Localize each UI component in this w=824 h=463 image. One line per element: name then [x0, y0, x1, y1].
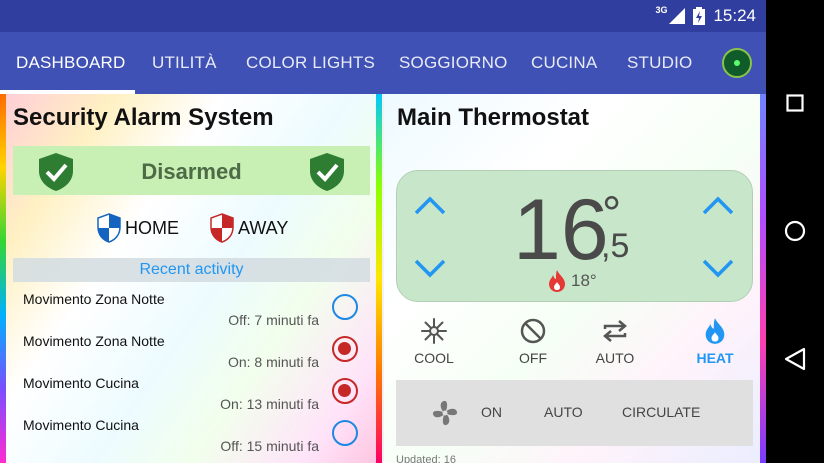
radar-icon[interactable]	[722, 48, 752, 78]
tab-soggiorno[interactable]: SOGGIORNO	[399, 32, 508, 94]
activity-time: On: 13 minuti fa	[220, 396, 319, 412]
activity-name: Movimento Cucina	[23, 375, 139, 391]
tab-cucina[interactable]: CUCINA	[531, 32, 597, 94]
activity-time: On: 8 minuti fa	[227, 354, 319, 370]
navigation-bar	[766, 0, 824, 463]
mode-cool-label: COOL	[414, 350, 454, 366]
arm-home-label: HOME	[125, 217, 179, 238]
target-temperature: 18°	[547, 269, 597, 293]
activity-name: Movimento Cucina	[23, 417, 139, 433]
activity-name: Movimento Zona Notte	[23, 333, 165, 349]
alarm-title: Security Alarm System	[13, 104, 274, 131]
signal-icon	[669, 8, 686, 24]
fan-on-button[interactable]: ON	[481, 404, 502, 420]
mode-heat-button[interactable]: HEAT	[680, 316, 750, 366]
flame-icon	[705, 318, 725, 344]
snowflake-icon	[421, 318, 447, 344]
activity-time: Off: 7 minuti fa	[228, 312, 319, 328]
battery-charging-icon	[693, 7, 706, 25]
arm-away-label: AWAY	[238, 217, 289, 238]
mode-off-label: OFF	[519, 350, 547, 366]
fan-circulate-button[interactable]: CIRCULATE	[622, 404, 700, 420]
shield-check-icon	[310, 153, 344, 191]
mode-off-button[interactable]: OFF	[498, 316, 568, 366]
tab-dashboard[interactable]: DASHBOARD	[16, 32, 126, 94]
activity-name: Movimento Zona Notte	[23, 291, 165, 307]
thermostat-dial: 16 ° ,5 18°	[396, 170, 753, 302]
activity-indicator	[332, 336, 358, 362]
mode-heat-label: HEAT	[696, 350, 734, 366]
activity-item: Movimento Zona Notte On: 8 minuti fa	[13, 330, 370, 372]
dashboard-content: Security Alarm System Disarmed HOME AWAY…	[0, 94, 766, 463]
chevron-down-icon[interactable]	[701, 255, 735, 281]
activity-item: Movimento Cucina On: 13 minuti fa	[13, 372, 370, 414]
activity-time: Off: 15 minuti fa	[220, 438, 319, 454]
auto-repeat-icon	[603, 320, 627, 342]
chevron-up-icon[interactable]	[413, 193, 447, 219]
current-temperature: 16	[513, 182, 609, 278]
activity-indicator	[332, 420, 358, 446]
fan-auto-button[interactable]: AUTO	[544, 404, 583, 420]
clock: 15:24	[713, 6, 756, 25]
tab-color-lights[interactable]: COLOR LIGHTS	[246, 32, 375, 94]
activity-item: Movimento Cucina Off: 15 minuti fa	[13, 414, 370, 456]
mode-auto-label: AUTO	[595, 350, 635, 366]
shield-home-icon	[97, 213, 121, 243]
chevron-down-icon[interactable]	[413, 255, 447, 281]
thermostat-title: Main Thermostat	[397, 104, 590, 131]
chevron-up-icon[interactable]	[701, 193, 735, 219]
shield-away-icon	[210, 213, 234, 243]
activity-indicator	[332, 294, 358, 320]
fan-icon	[432, 400, 458, 426]
flame-icon	[549, 270, 565, 292]
thermostat-card: Main Thermostat 16 ° ,5 18° COOL OFF AUT…	[384, 94, 766, 463]
recent-activity-header: Recent activity	[13, 258, 370, 282]
mode-cool-button[interactable]: COOL	[399, 316, 469, 366]
tab-studio[interactable]: STUDIO	[627, 32, 692, 94]
temperature-decimal: ,5	[601, 227, 630, 265]
alarm-status-box[interactable]: Disarmed	[13, 146, 370, 195]
activity-item: Movimento Zona Notte Off: 7 minuti fa	[13, 288, 370, 330]
fan-panel: ON AUTO CIRCULATE	[396, 380, 753, 446]
status-bar: 3G 15:24	[0, 0, 766, 32]
target-temperature-value: 18°	[571, 271, 597, 290]
network-type: 3G	[655, 5, 668, 15]
mode-auto-button[interactable]: AUTO	[580, 316, 650, 366]
arm-away-button[interactable]: AWAY	[210, 211, 288, 245]
tab-bar: DASHBOARD UTILITÀ COLOR LIGHTS SOGGIORNO…	[0, 32, 766, 94]
back-icon[interactable]	[780, 344, 810, 374]
home-icon[interactable]	[780, 216, 810, 246]
activity-indicator	[332, 378, 358, 404]
off-icon	[520, 318, 546, 344]
thermostat-footer: Updated: 16	[396, 454, 456, 463]
recents-icon[interactable]	[780, 88, 810, 118]
tab-utilita[interactable]: UTILITÀ	[152, 32, 217, 94]
arm-home-button[interactable]: HOME	[97, 211, 179, 245]
security-alarm-card: Security Alarm System Disarmed HOME AWAY…	[0, 94, 382, 463]
